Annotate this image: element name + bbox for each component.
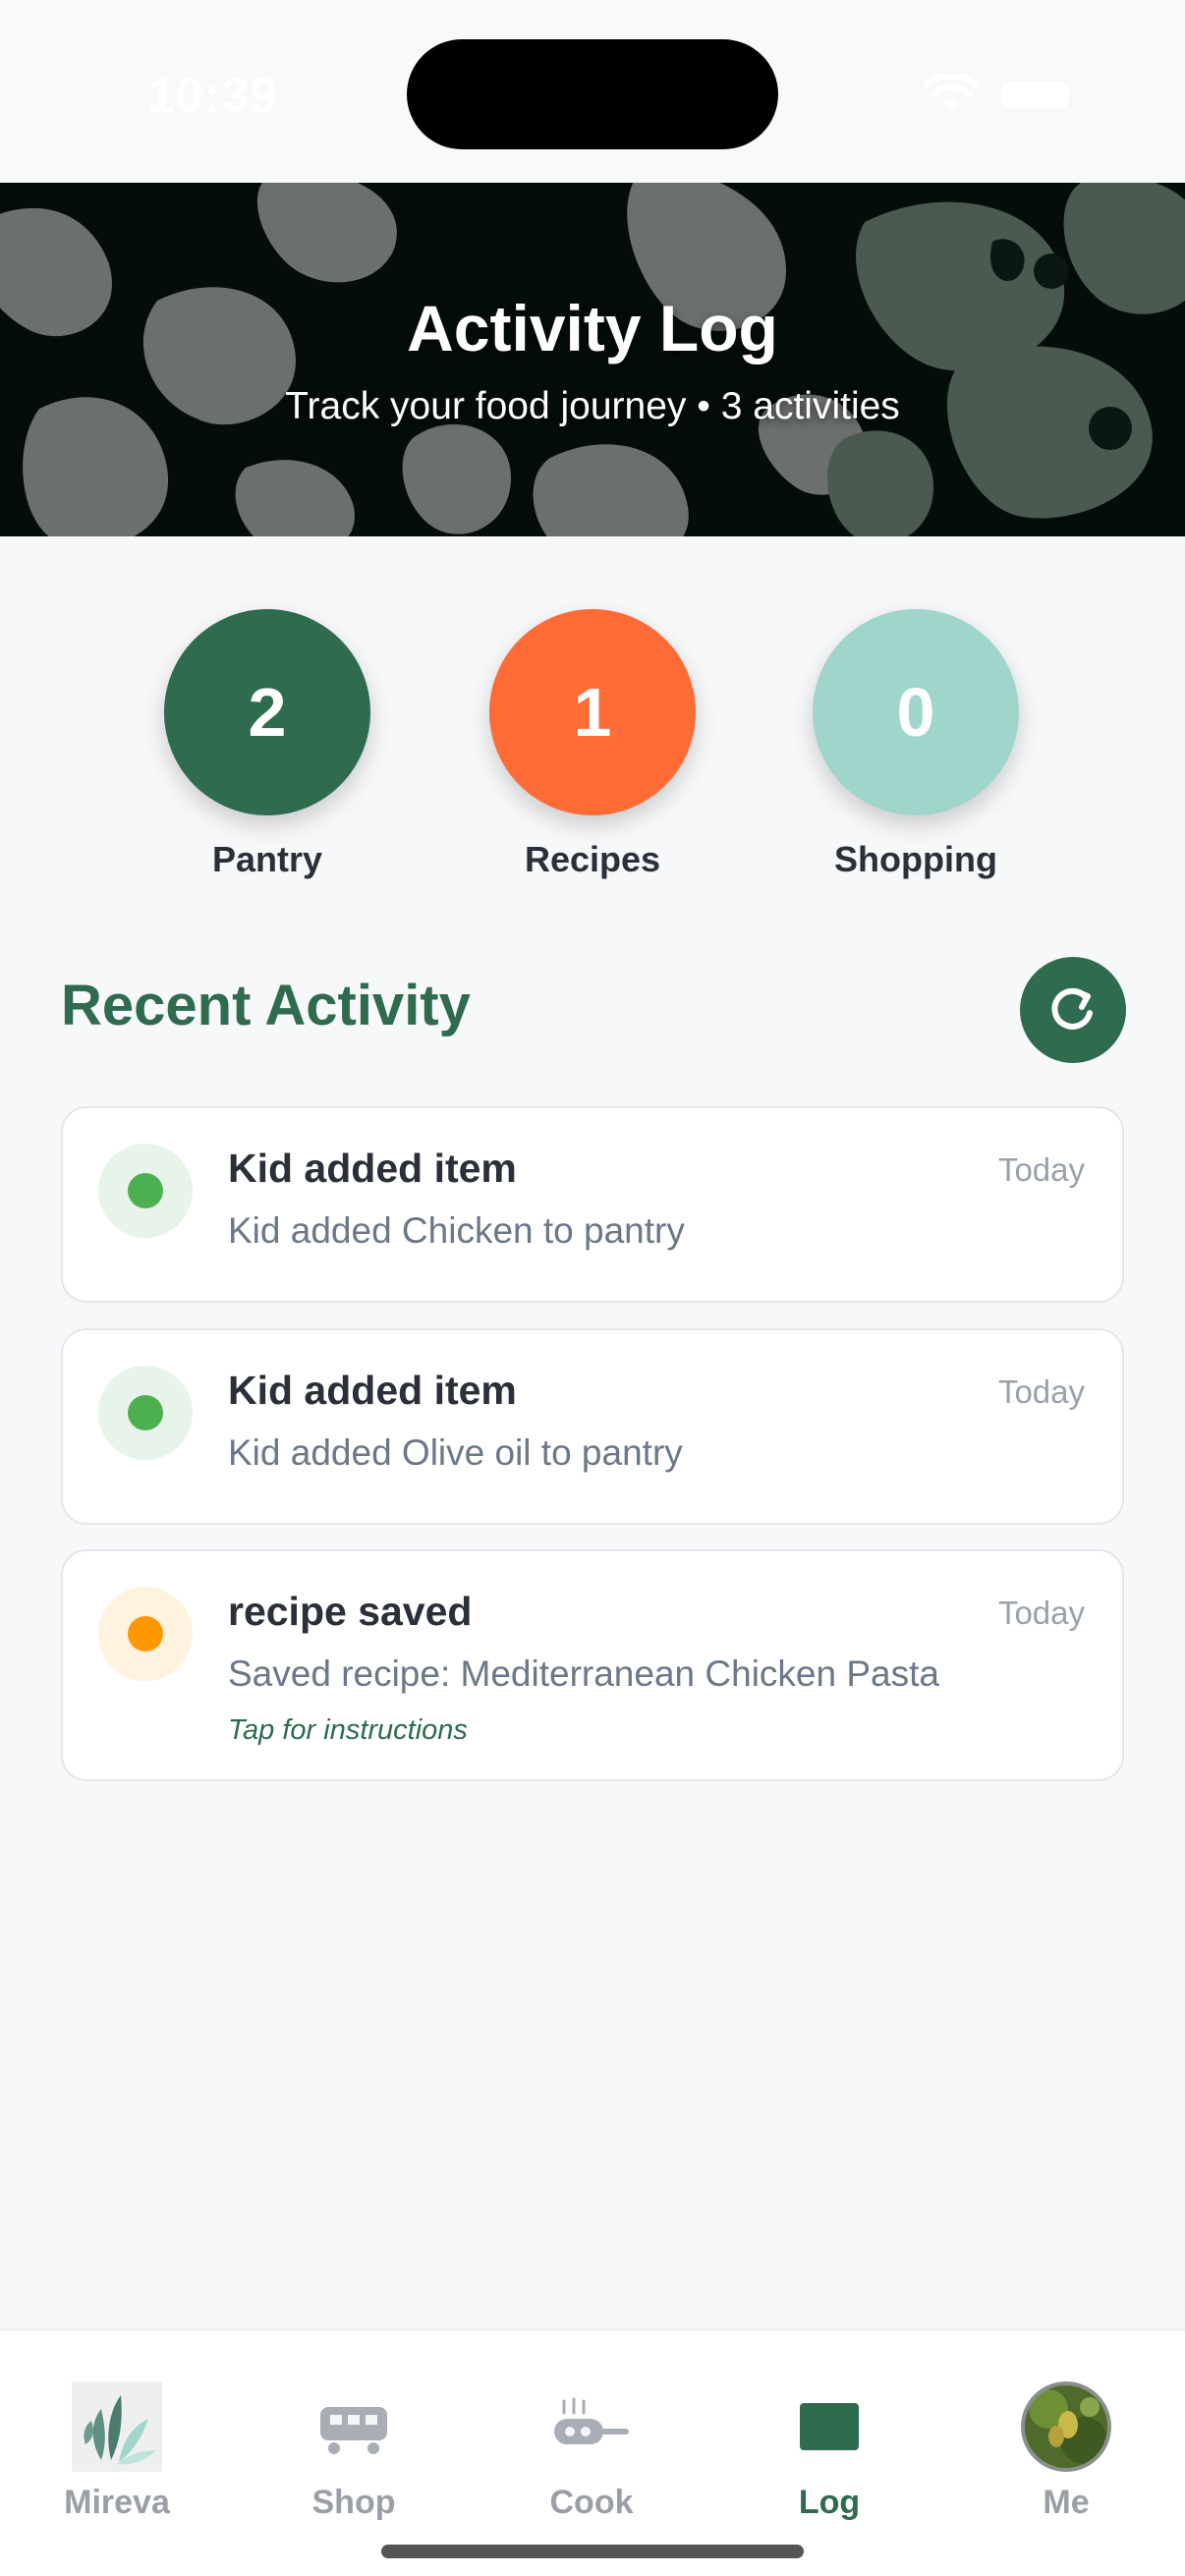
stat-shopping-label: Shopping <box>834 839 997 879</box>
tab-mireva-label: Mireva <box>64 2484 170 2521</box>
activity-status-indicator <box>98 1366 193 1460</box>
tab-log[interactable]: Log <box>731 2378 928 2522</box>
refresh-button[interactable] <box>1020 957 1126 1063</box>
activity-time: Today <box>997 1595 1085 1631</box>
stat-recipes-count: 1 <box>489 609 696 815</box>
activity-title: Kid added item <box>228 1368 517 1413</box>
dynamic-island <box>407 39 778 149</box>
log-icon <box>800 2403 859 2450</box>
wifi-icon <box>924 75 979 112</box>
header-banner: Activity Log Track your food journey • 3… <box>0 183 1185 536</box>
status-bar: 10:39 <box>0 0 1185 183</box>
tab-bar: Mireva Shop Cook Log Me <box>0 2328 1185 2576</box>
tab-me[interactable]: Me <box>968 2378 1164 2522</box>
activity-title: Kid added item <box>228 1146 517 1191</box>
stat-pantry-label: Pantry <box>211 839 323 879</box>
activity-status-indicator <box>98 1587 193 1681</box>
stat-recipes[interactable]: 1 Recipes <box>445 609 740 880</box>
tab-shop[interactable]: Shop <box>255 2378 452 2522</box>
tab-me-label: Me <box>1043 2484 1090 2521</box>
activity-card-recipe[interactable]: recipe saved Today Saved recipe: Mediter… <box>61 1549 1124 1781</box>
activity-description: Kid added Olive oil to pantry <box>228 1432 683 1473</box>
activity-description: Kid added Chicken to pantry <box>228 1210 685 1251</box>
activity-hint[interactable]: Tap for instructions <box>228 1714 468 1747</box>
refresh-icon <box>1051 987 1093 1030</box>
avatar <box>1021 2381 1111 2472</box>
page-title: Activity Log <box>407 292 778 364</box>
recent-activity-title: Recent Activity <box>61 974 471 1037</box>
battery-icon <box>1002 83 1069 108</box>
activity-time: Today <box>997 1151 1085 1188</box>
cart-icon <box>320 2407 387 2454</box>
tab-mireva[interactable]: Mireva <box>19 2378 215 2522</box>
status-dot-icon <box>128 1616 163 1652</box>
activity-time: Today <box>997 1373 1085 1410</box>
activity-title: recipe saved <box>228 1589 473 1634</box>
pan-icon <box>554 2397 629 2444</box>
tab-log-label: Log <box>798 2484 861 2521</box>
stat-pantry-count: 2 <box>164 609 370 815</box>
tab-cook[interactable]: Cook <box>493 2378 690 2522</box>
status-dot-icon <box>128 1395 163 1430</box>
activity-status-indicator <box>98 1144 193 1238</box>
activity-description: Saved recipe: Mediterranean Chicken Past… <box>228 1653 939 1694</box>
home-indicator <box>381 2545 804 2558</box>
tab-shop-label: Shop <box>311 2484 396 2521</box>
activity-card[interactable]: Kid added item Today Kid added Chicken t… <box>61 1106 1124 1303</box>
status-time: 10:39 <box>147 68 278 123</box>
tab-cook-label: Cook <box>549 2484 634 2521</box>
activity-card[interactable]: Kid added item Today Kid added Olive oil… <box>61 1328 1124 1525</box>
mireva-logo-icon <box>72 2381 162 2472</box>
stat-shopping[interactable]: 0 Shopping <box>768 609 1063 880</box>
stat-recipes-label: Recipes <box>524 839 661 879</box>
status-dot-icon <box>128 1173 163 1208</box>
stat-shopping-count: 0 <box>813 609 1019 815</box>
stat-pantry[interactable]: 2 Pantry <box>120 609 415 880</box>
page-subtitle: Track your food journey • 3 activities <box>285 385 900 427</box>
